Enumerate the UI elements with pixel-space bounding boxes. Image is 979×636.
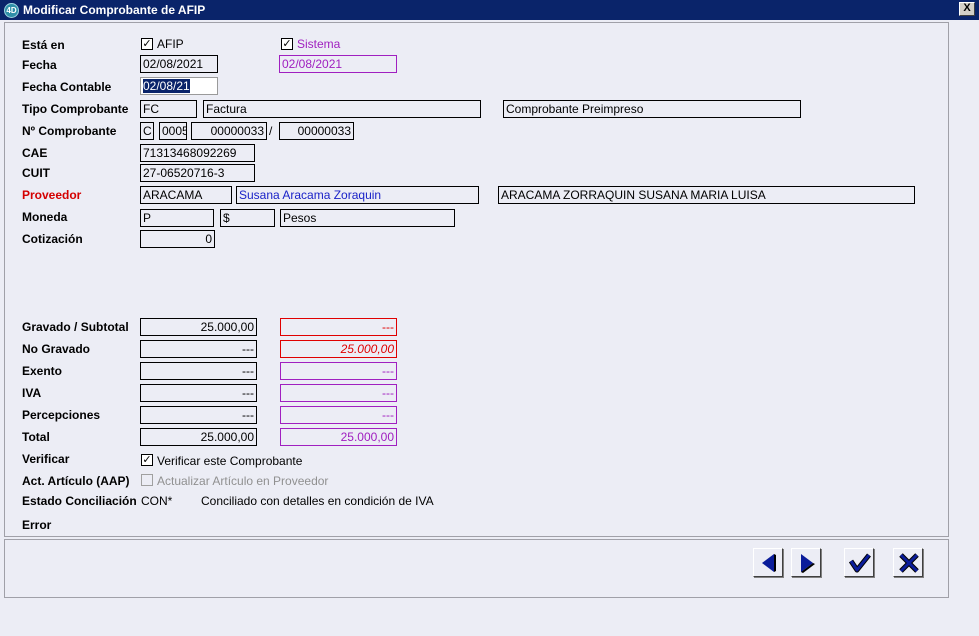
checkmark-icon <box>848 553 871 573</box>
label-nro-comprobante: Nº Comprobante <box>22 124 117 138</box>
iva-afip-field[interactable]: --- <box>140 384 257 402</box>
x-icon <box>899 553 919 573</box>
sistema-checkbox-label: Sistema <box>297 37 341 51</box>
arrow-right-icon <box>801 554 815 573</box>
moneda-codigo-field[interactable]: P <box>140 209 214 227</box>
gravado-sistema-field[interactable]: --- <box>280 318 397 336</box>
nro-hasta-field[interactable]: 00000033 <box>279 122 354 140</box>
verificar-checkbox[interactable]: ✓ <box>141 454 153 466</box>
afip-checkbox-label: AFIP <box>157 37 184 51</box>
gravado-afip-field[interactable]: 25.000,00 <box>140 318 257 336</box>
proveedor-nombre-field[interactable]: Susana Aracama Zoraquin <box>236 186 479 204</box>
label-fecha: Fecha <box>22 58 57 72</box>
label-total: Total <box>22 430 50 444</box>
title-bar: 4D Modificar Comprobante de AFIP X <box>0 0 979 20</box>
close-window-button[interactable]: X <box>959 2 975 16</box>
label-exento: Exento <box>22 364 63 378</box>
label-no-gravado: No Gravado <box>22 342 91 356</box>
sistema-checkbox[interactable]: ✓ <box>281 38 293 50</box>
next-button[interactable] <box>791 548 821 577</box>
moneda-simbolo-field[interactable]: $ <box>220 209 275 227</box>
arrow-left-icon <box>762 554 776 572</box>
label-tipo-comprobante: Tipo Comprobante <box>22 102 129 116</box>
nro-desde-field[interactable]: 00000033 <box>191 122 267 140</box>
estado-codigo: CON* <box>141 494 173 508</box>
cae-field[interactable]: 71313468092269 <box>140 144 255 162</box>
moneda-descripcion-field[interactable]: Pesos <box>280 209 455 227</box>
label-verificar: Verificar <box>22 452 70 466</box>
window-title: Modificar Comprobante de AFIP <box>23 3 206 17</box>
fecha-sistema-field[interactable]: 02/08/2021 <box>279 55 397 73</box>
label-cuit: CUIT <box>22 166 50 180</box>
exento-afip-field[interactable]: --- <box>140 362 257 380</box>
label-cotizacion: Cotización <box>22 232 83 246</box>
label-moneda: Moneda <box>22 210 68 224</box>
afip-checkbox[interactable]: ✓ <box>141 38 153 50</box>
label-gravado: Gravado / Subtotal <box>22 320 129 334</box>
total-afip-field[interactable]: 25.000,00 <box>140 428 257 446</box>
proveedor-codigo-field[interactable]: ARACAMA <box>140 186 232 204</box>
accept-button[interactable] <box>844 548 874 577</box>
tipo-codigo-field[interactable]: FC <box>140 100 197 118</box>
fecha-afip-field[interactable]: 02/08/2021 <box>140 55 218 73</box>
proveedor-razon-field[interactable]: ARACAMA ZORRAQUIN SUSANA MARIA LUISA <box>498 186 915 204</box>
label-iva: IVA <box>22 386 42 400</box>
fecha-contable-value: 02/08/21 <box>143 79 190 93</box>
cuit-field[interactable]: 27-06520716-3 <box>140 164 255 182</box>
app-icon: 4D <box>4 2 19 18</box>
label-estado-conciliacion: Estado Conciliación <box>22 494 137 508</box>
label-proveedor[interactable]: Proveedor <box>22 188 81 202</box>
percepciones-afip-field[interactable]: --- <box>140 406 257 424</box>
cotizacion-field[interactable]: 0 <box>140 230 215 248</box>
label-percepciones: Percepciones <box>22 408 101 422</box>
no-gravado-sistema-field[interactable]: 25.000,00 <box>280 340 397 358</box>
iva-sistema-field[interactable]: --- <box>280 384 397 402</box>
tipo-extra-field[interactable]: Comprobante Preimpreso <box>503 100 801 118</box>
exento-sistema-field[interactable]: --- <box>280 362 397 380</box>
actualizar-articulo-checkbox[interactable] <box>141 474 153 486</box>
label-error: Error <box>22 518 52 532</box>
label-fecha-contable: Fecha Contable <box>22 80 112 94</box>
label-act-articulo: Act. Artículo (AAP) <box>22 474 130 488</box>
nro-punto-venta-field[interactable]: 0005 <box>159 122 187 140</box>
nro-separator: / <box>269 124 273 138</box>
previous-button[interactable] <box>753 548 783 577</box>
label-cae: CAE <box>22 146 48 160</box>
percepciones-sistema-field[interactable]: --- <box>280 406 397 424</box>
nro-letra-field[interactable]: C <box>140 122 154 140</box>
tipo-descripcion-field[interactable]: Factura <box>203 100 481 118</box>
verificar-checkbox-label: Verificar este Comprobante <box>157 454 303 468</box>
cancel-button[interactable] <box>893 548 923 577</box>
label-esta-en: Está en <box>22 38 65 52</box>
actualizar-articulo-label: Actualizar Artículo en Proveedor <box>157 474 329 488</box>
estado-descripcion: Conciliado con detalles en condición de … <box>201 494 434 508</box>
total-sistema-field[interactable]: 25.000,00 <box>280 428 397 446</box>
no-gravado-afip-field[interactable]: --- <box>140 340 257 358</box>
fecha-contable-field[interactable]: 02/08/21 <box>140 77 218 95</box>
